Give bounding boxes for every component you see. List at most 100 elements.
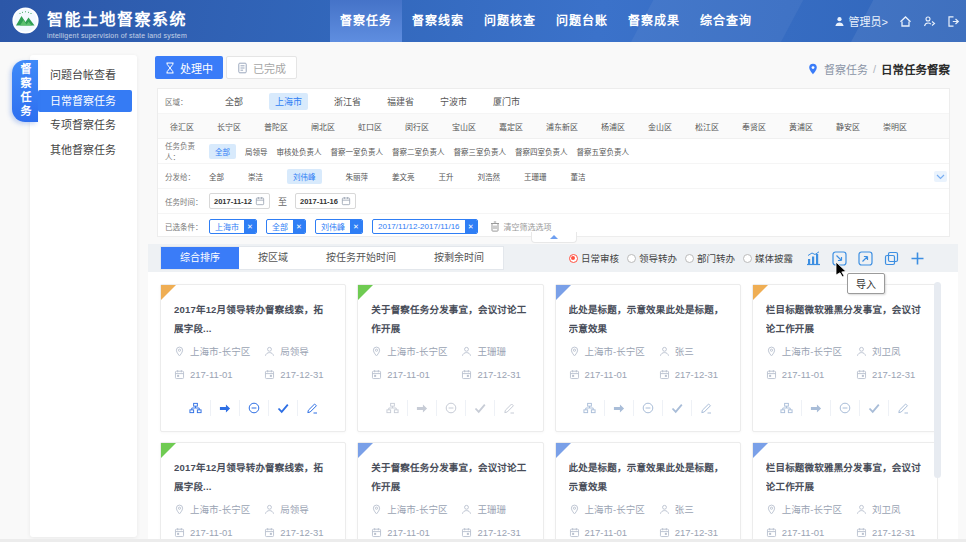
nav-item[interactable]: 综合查询: [690, 0, 762, 42]
filter-option[interactable]: 宁波市: [440, 95, 467, 108]
sort-tab[interactable]: 综合排序: [161, 247, 239, 269]
filter-option[interactable]: 刘伟峰: [287, 169, 322, 184]
export-icon[interactable]: [857, 250, 874, 267]
clear-filters-button[interactable]: 清空筛选选项: [490, 221, 552, 232]
minus-circle-icon[interactable]: [633, 400, 662, 416]
filter-option[interactable]: 督察一室负责人: [331, 146, 384, 157]
filter-option[interactable]: 审核处负责人: [277, 146, 322, 157]
forward-icon[interactable]: [407, 400, 436, 416]
end-date-input[interactable]: 2017-11-16: [295, 193, 356, 209]
org-icon[interactable]: [181, 400, 210, 416]
nav-item[interactable]: 督察任务: [330, 0, 402, 42]
filter-option[interactable]: 杨浦区: [601, 121, 625, 132]
check-icon[interactable]: [662, 400, 691, 416]
minus-circle-icon[interactable]: [239, 400, 268, 416]
copy-icon[interactable]: [883, 250, 900, 267]
edit-icon[interactable]: [297, 400, 326, 416]
category-radio[interactable]: 部门转办: [685, 251, 735, 265]
tab-done[interactable]: 已完成: [226, 56, 297, 79]
user-menu[interactable]: 管理员>: [834, 13, 888, 29]
filter-option[interactable]: 长宁区: [217, 121, 241, 132]
filter-option[interactable]: 全部: [209, 171, 224, 182]
filter-option[interactable]: 局领导: [245, 146, 268, 157]
filter-option[interactable]: 浦东新区: [546, 121, 578, 132]
check-icon[interactable]: [859, 400, 888, 416]
filter-option[interactable]: 普陀区: [264, 121, 288, 132]
org-icon[interactable]: [378, 400, 407, 416]
home-icon[interactable]: [899, 15, 912, 28]
filter-option[interactable]: 督察三室负责人: [454, 146, 507, 157]
selected-filter-chip[interactable]: 刘伟峰✕: [315, 219, 363, 234]
start-date-input[interactable]: 2017-11-12: [209, 193, 270, 209]
chip-remove-icon[interactable]: ✕: [465, 219, 477, 234]
filter-option[interactable]: 浙江省: [334, 95, 361, 108]
sort-tab[interactable]: 按区域: [239, 247, 307, 269]
filter-option[interactable]: 福建省: [387, 95, 414, 108]
filter-option[interactable]: 厦门市: [493, 95, 520, 108]
chip-remove-icon[interactable]: ✕: [293, 219, 305, 234]
task-card[interactable]: 此处是标题，示意效果此处是标题，示意效果上海市-长宁区张三217-11-0121…: [555, 284, 741, 432]
category-radio[interactable]: 媒体披露: [743, 251, 793, 265]
filter-option[interactable]: 督察五室负责人: [577, 146, 630, 157]
filter-option[interactable]: 全部: [209, 144, 236, 159]
nav-item[interactable]: 问题台账: [546, 0, 618, 42]
sidebar-menu-item[interactable]: 其他督察任务: [30, 138, 137, 163]
tab-processing[interactable]: 处理中: [155, 56, 223, 79]
filter-option[interactable]: 崇明区: [883, 121, 907, 132]
check-icon[interactable]: [465, 400, 494, 416]
filter-option[interactable]: 朱丽萍: [346, 171, 369, 182]
filter-option[interactable]: 姜文亮: [392, 171, 415, 182]
filter-option[interactable]: 嘉定区: [499, 121, 523, 132]
sort-tab[interactable]: 按剩余时间: [415, 247, 503, 269]
minus-circle-icon[interactable]: [436, 400, 465, 416]
filter-option[interactable]: 静安区: [836, 121, 860, 132]
user-switch-icon[interactable]: [923, 15, 936, 28]
sidebar-menu-item[interactable]: 问题台帐查看: [30, 63, 137, 88]
task-card[interactable]: 2017年12月领导转办督察线索，拓展字段...上海市-长宁区局领导217-11…: [160, 284, 346, 432]
stats-icon[interactable]: [805, 250, 822, 267]
expand-assignee-button[interactable]: [934, 171, 947, 182]
filter-option[interactable]: 王升: [439, 171, 454, 182]
vertical-scrollbar[interactable]: [934, 282, 941, 478]
filter-option[interactable]: 虹口区: [358, 121, 382, 132]
filter-option[interactable]: 闵行区: [405, 121, 429, 132]
filter-option[interactable]: 松江区: [695, 121, 719, 132]
filter-option[interactable]: 金山区: [648, 121, 672, 132]
filter-option[interactable]: 王珊珊: [524, 171, 547, 182]
selected-filter-chip[interactable]: 2017/11/12-2017/11/16✕: [372, 219, 478, 234]
task-card[interactable]: 关于督察任务分发事宜，会议讨论工作开展上海市-长宁区王珊珊217-11-0121…: [357, 284, 543, 432]
org-icon[interactable]: [772, 400, 801, 416]
filter-option[interactable]: 闸北区: [311, 121, 335, 132]
selected-filter-chip[interactable]: 上海市✕: [209, 219, 257, 234]
filter-option[interactable]: 宝山区: [452, 121, 476, 132]
sidebar-menu-item[interactable]: 专项督察任务: [30, 113, 137, 138]
collapse-filter-button[interactable]: [531, 232, 577, 243]
add-icon[interactable]: [909, 250, 926, 267]
sort-tab[interactable]: 按任务开始时间: [307, 247, 415, 269]
filter-option[interactable]: 黄浦区: [789, 121, 813, 132]
filter-option[interactable]: 上海市: [269, 93, 308, 110]
edit-icon[interactable]: [888, 400, 917, 416]
chip-remove-icon[interactable]: ✕: [350, 219, 362, 234]
logout-icon[interactable]: [947, 15, 960, 28]
selected-filter-chip[interactable]: 全部✕: [266, 219, 306, 234]
edit-icon[interactable]: [494, 400, 523, 416]
forward-icon[interactable]: [801, 400, 830, 416]
task-card[interactable]: 此处是标题，示意效果此处是标题，示意效果上海市-长宁区张三217-11-0121…: [555, 442, 741, 542]
check-icon[interactable]: [268, 400, 297, 416]
category-radio[interactable]: 日常审核: [569, 251, 619, 265]
forward-icon[interactable]: [604, 400, 633, 416]
filter-option[interactable]: 徐汇区: [170, 121, 194, 132]
minus-circle-icon[interactable]: [830, 400, 859, 416]
nav-item[interactable]: 督察成果: [618, 0, 690, 42]
sidebar-menu-item[interactable]: 日常督察任务: [38, 90, 132, 112]
filter-option[interactable]: 董洁: [571, 171, 586, 182]
filter-option[interactable]: 督察二室负责人: [392, 146, 445, 157]
nav-item[interactable]: 督察线索: [402, 0, 474, 42]
filter-option[interactable]: 全部: [225, 95, 243, 108]
filter-option[interactable]: 督察四室负责人: [515, 146, 568, 157]
breadcrumb-root[interactable]: 督察任务: [824, 61, 868, 77]
filter-option[interactable]: 刘浩然: [478, 171, 501, 182]
chip-remove-icon[interactable]: ✕: [244, 219, 256, 234]
category-radio[interactable]: 领导转办: [627, 251, 677, 265]
